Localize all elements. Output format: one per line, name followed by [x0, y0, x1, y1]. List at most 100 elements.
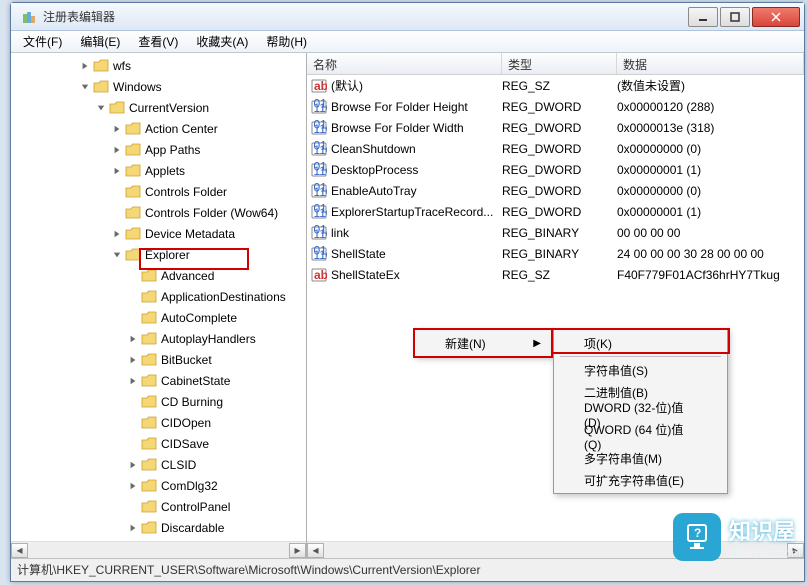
cell-name: (默认): [331, 77, 502, 94]
expander-icon[interactable]: [127, 354, 139, 366]
expander-icon[interactable]: [79, 60, 91, 72]
tree-item[interactable]: CIDOpen: [15, 412, 306, 433]
tree-item[interactable]: Applets: [15, 160, 306, 181]
expander-icon[interactable]: [127, 333, 139, 345]
list-row[interactable]: CleanShutdownREG_DWORD0x00000000 (0): [307, 138, 804, 159]
cell-type: REG_DWORD: [502, 100, 617, 114]
tree-item[interactable]: ComDlg32: [15, 475, 306, 496]
scroll-right-button[interactable]: ▸: [289, 543, 306, 558]
expander-icon[interactable]: [111, 249, 123, 261]
tree-item[interactable]: CurrentVersion: [15, 97, 306, 118]
expander-icon[interactable]: [127, 522, 139, 534]
scroll-left-button[interactable]: ◂: [307, 543, 324, 558]
folder-icon: [125, 185, 141, 199]
folder-icon: [93, 59, 109, 73]
binary-value-icon: [311, 183, 327, 199]
list-header[interactable]: 名称 类型 数据: [307, 53, 804, 75]
tree-scrollbar-h[interactable]: ◂ ▸: [11, 541, 306, 558]
tree-item[interactable]: CLSID: [15, 454, 306, 475]
expander-icon[interactable]: [127, 480, 139, 492]
tree-item[interactable]: AutoComplete: [15, 307, 306, 328]
expander-icon[interactable]: [111, 144, 123, 156]
menu-view[interactable]: 查看(V): [130, 31, 186, 52]
expander-icon[interactable]: [79, 81, 91, 93]
col-header-data[interactable]: 数据: [617, 53, 804, 74]
folder-icon: [125, 227, 141, 241]
maximize-button[interactable]: [720, 7, 750, 27]
cm-new-qword[interactable]: QWORD (64 位)值(Q): [556, 425, 725, 447]
tree-item[interactable]: Explorer: [15, 244, 306, 265]
folder-icon: [141, 374, 157, 388]
folder-icon: [141, 311, 157, 325]
tree-pane[interactable]: wfsWindowsCurrentVersionAction CenterApp…: [11, 53, 307, 558]
folder-icon: [141, 521, 157, 535]
tree-item[interactable]: AutoplayHandlers: [15, 328, 306, 349]
tree-item[interactable]: ApplicationDestinations: [15, 286, 306, 307]
expander-icon[interactable]: [111, 165, 123, 177]
cm-new-expandstring[interactable]: 可扩充字符串值(E): [556, 469, 725, 491]
list-row[interactable]: EnableAutoTrayREG_DWORD0x00000000 (0): [307, 180, 804, 201]
expander-none: [127, 291, 139, 303]
folder-icon: [141, 416, 157, 430]
tree-item[interactable]: App Paths: [15, 139, 306, 160]
statusbar: 计算机\HKEY_CURRENT_USER\Software\Microsoft…: [11, 558, 804, 580]
cell-data: 0x00000001 (1): [617, 163, 804, 177]
tree-item[interactable]: Discardable: [15, 517, 306, 538]
list-pane[interactable]: 名称 类型 数据 (默认)REG_SZ(数值未设置)Browse For Fol…: [307, 53, 804, 558]
cell-type: REG_SZ: [502, 79, 617, 93]
tree-item[interactable]: Action Center: [15, 118, 306, 139]
binary-value-icon: [311, 120, 327, 136]
expander-icon[interactable]: [127, 375, 139, 387]
expander-icon[interactable]: [127, 459, 139, 471]
menu-edit[interactable]: 编辑(E): [72, 31, 128, 52]
expander-none: [127, 396, 139, 408]
tree-item-label: Discardable: [161, 521, 224, 535]
tree-item[interactable]: Advanced: [15, 265, 306, 286]
cell-data: 0x00000000 (0): [617, 142, 804, 156]
tree-item[interactable]: CIDSave: [15, 433, 306, 454]
list-row[interactable]: ExplorerStartupTraceRecord...REG_DWORD0x…: [307, 201, 804, 222]
list-scrollbar-h[interactable]: ◂ ▸: [307, 541, 804, 558]
cm-new[interactable]: 新建(N) ▶: [417, 332, 549, 354]
menu-file[interactable]: 文件(F): [15, 31, 70, 52]
tree-item[interactable]: BitBucket: [15, 349, 306, 370]
menu-help[interactable]: 帮助(H): [258, 31, 315, 52]
minimize-button[interactable]: [688, 7, 718, 27]
col-header-name[interactable]: 名称: [307, 53, 502, 74]
tree-item[interactable]: ControlPanel: [15, 496, 306, 517]
binary-value-icon: [311, 99, 327, 115]
expander-icon[interactable]: [111, 123, 123, 135]
tree-item[interactable]: Device Metadata: [15, 223, 306, 244]
tree-item-label: CabinetState: [161, 374, 230, 388]
cm-new-multistring[interactable]: 多字符串值(M): [556, 447, 725, 469]
tree-item[interactable]: CabinetState: [15, 370, 306, 391]
tree-item-label: AutoComplete: [161, 311, 237, 325]
list-row[interactable]: linkREG_BINARY00 00 00 00: [307, 222, 804, 243]
col-header-type[interactable]: 类型: [502, 53, 617, 74]
expander-none: [111, 207, 123, 219]
cell-type: REG_DWORD: [502, 121, 617, 135]
close-button[interactable]: [752, 7, 800, 27]
list-row[interactable]: Browse For Folder HeightREG_DWORD0x00000…: [307, 96, 804, 117]
cm-new-string[interactable]: 字符串值(S): [556, 359, 725, 381]
titlebar[interactable]: 注册表编辑器: [11, 3, 804, 31]
list-row[interactable]: ShellStateExREG_SZF40F779F01ACf36hrHY7Tk…: [307, 264, 804, 285]
window-title: 注册表编辑器: [43, 8, 688, 25]
list-row[interactable]: (默认)REG_SZ(数值未设置): [307, 75, 804, 96]
expander-icon[interactable]: [95, 102, 107, 114]
list-row[interactable]: DesktopProcessREG_DWORD0x00000001 (1): [307, 159, 804, 180]
tree-item[interactable]: Controls Folder (Wow64): [15, 202, 306, 223]
tree-item[interactable]: Windows: [15, 76, 306, 97]
scroll-left-button[interactable]: ◂: [11, 543, 28, 558]
tree-item[interactable]: wfs: [15, 55, 306, 76]
tree-item[interactable]: CD Burning: [15, 391, 306, 412]
list-row[interactable]: ShellStateREG_BINARY24 00 00 00 30 28 00…: [307, 243, 804, 264]
cm-new-key[interactable]: 项(K): [556, 332, 725, 354]
menu-favorites[interactable]: 收藏夹(A): [188, 31, 256, 52]
expander-icon[interactable]: [111, 228, 123, 240]
list-row[interactable]: Browse For Folder WidthREG_DWORD0x000001…: [307, 117, 804, 138]
tree-item[interactable]: Controls Folder: [15, 181, 306, 202]
cell-name: ShellStateEx: [331, 268, 502, 282]
scroll-right-button[interactable]: ▸: [787, 543, 804, 558]
tree-item-label: Controls Folder: [145, 185, 227, 199]
